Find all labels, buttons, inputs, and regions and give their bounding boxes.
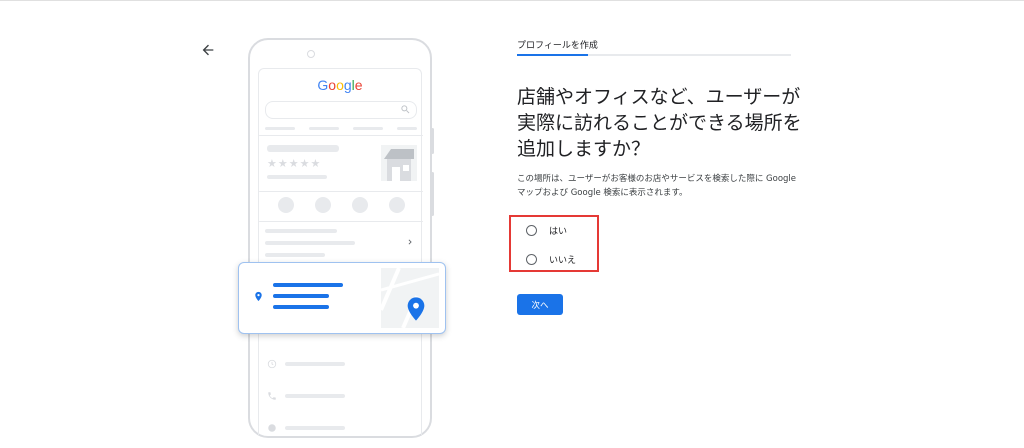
business-name-placeholder [267,145,339,152]
tab-placeholder [265,127,295,130]
tab-placeholder [353,127,383,130]
divider [259,135,423,136]
location-pin-icon [407,297,425,321]
progress-fill [517,54,589,56]
search-bar-placeholder [265,101,417,119]
location-pin-icon [255,291,262,302]
hours-placeholder [285,362,345,366]
search-icon [401,105,410,114]
radio-button-yes[interactable] [526,225,537,236]
page-title: 店舗やオフィスなど、ユーザーが実際に訪れることができる場所を追加しますか？ [517,86,802,160]
google-logo: Google [317,77,363,93]
divider [259,221,423,222]
phone-icon [268,392,276,400]
directions-icon [315,197,331,213]
globe-icon [389,197,405,213]
option-no[interactable]: いいえ [526,253,576,266]
description-text: この場所は、ユーザーがお客様のお店やサービスを検索した際に Google マップ… [517,174,797,198]
business-detail-placeholder [267,175,327,179]
chevron-right-icon [408,239,412,245]
address-line [273,294,329,298]
radio-button-no[interactable] [526,254,537,265]
storefront-icon [381,145,417,181]
location-card-illustration [238,262,446,334]
step-label: プロフィールを作成 [517,41,598,51]
phone-icon [278,197,294,213]
top-divider [0,0,1024,1]
globe-icon [268,424,276,432]
info-line-placeholder [265,253,325,257]
info-line-placeholder [265,241,355,245]
phone-illustration: Google ★★★★★ [248,38,432,438]
divider [259,191,423,192]
arrow-back-icon[interactable] [200,42,216,58]
tab-placeholder [309,127,339,130]
address-line [273,305,329,309]
clock-icon [267,359,277,369]
bookmark-icon [352,197,368,213]
info-line-placeholder [265,229,337,233]
tab-placeholder [397,127,417,130]
address-line [273,283,343,287]
phone-number-placeholder [285,394,345,398]
phone-camera [307,50,315,58]
progress-bar [517,54,791,56]
map-thumbnail [381,268,439,328]
website-placeholder [285,426,345,430]
option-yes[interactable]: はい [526,224,567,237]
phone-screen: Google ★★★★★ [258,68,423,436]
option-yes-label: はい [549,227,568,237]
next-button[interactable]: 次へ [517,294,563,315]
rating-stars: ★★★★★ [267,157,322,170]
option-no-label: いいえ [549,256,577,266]
